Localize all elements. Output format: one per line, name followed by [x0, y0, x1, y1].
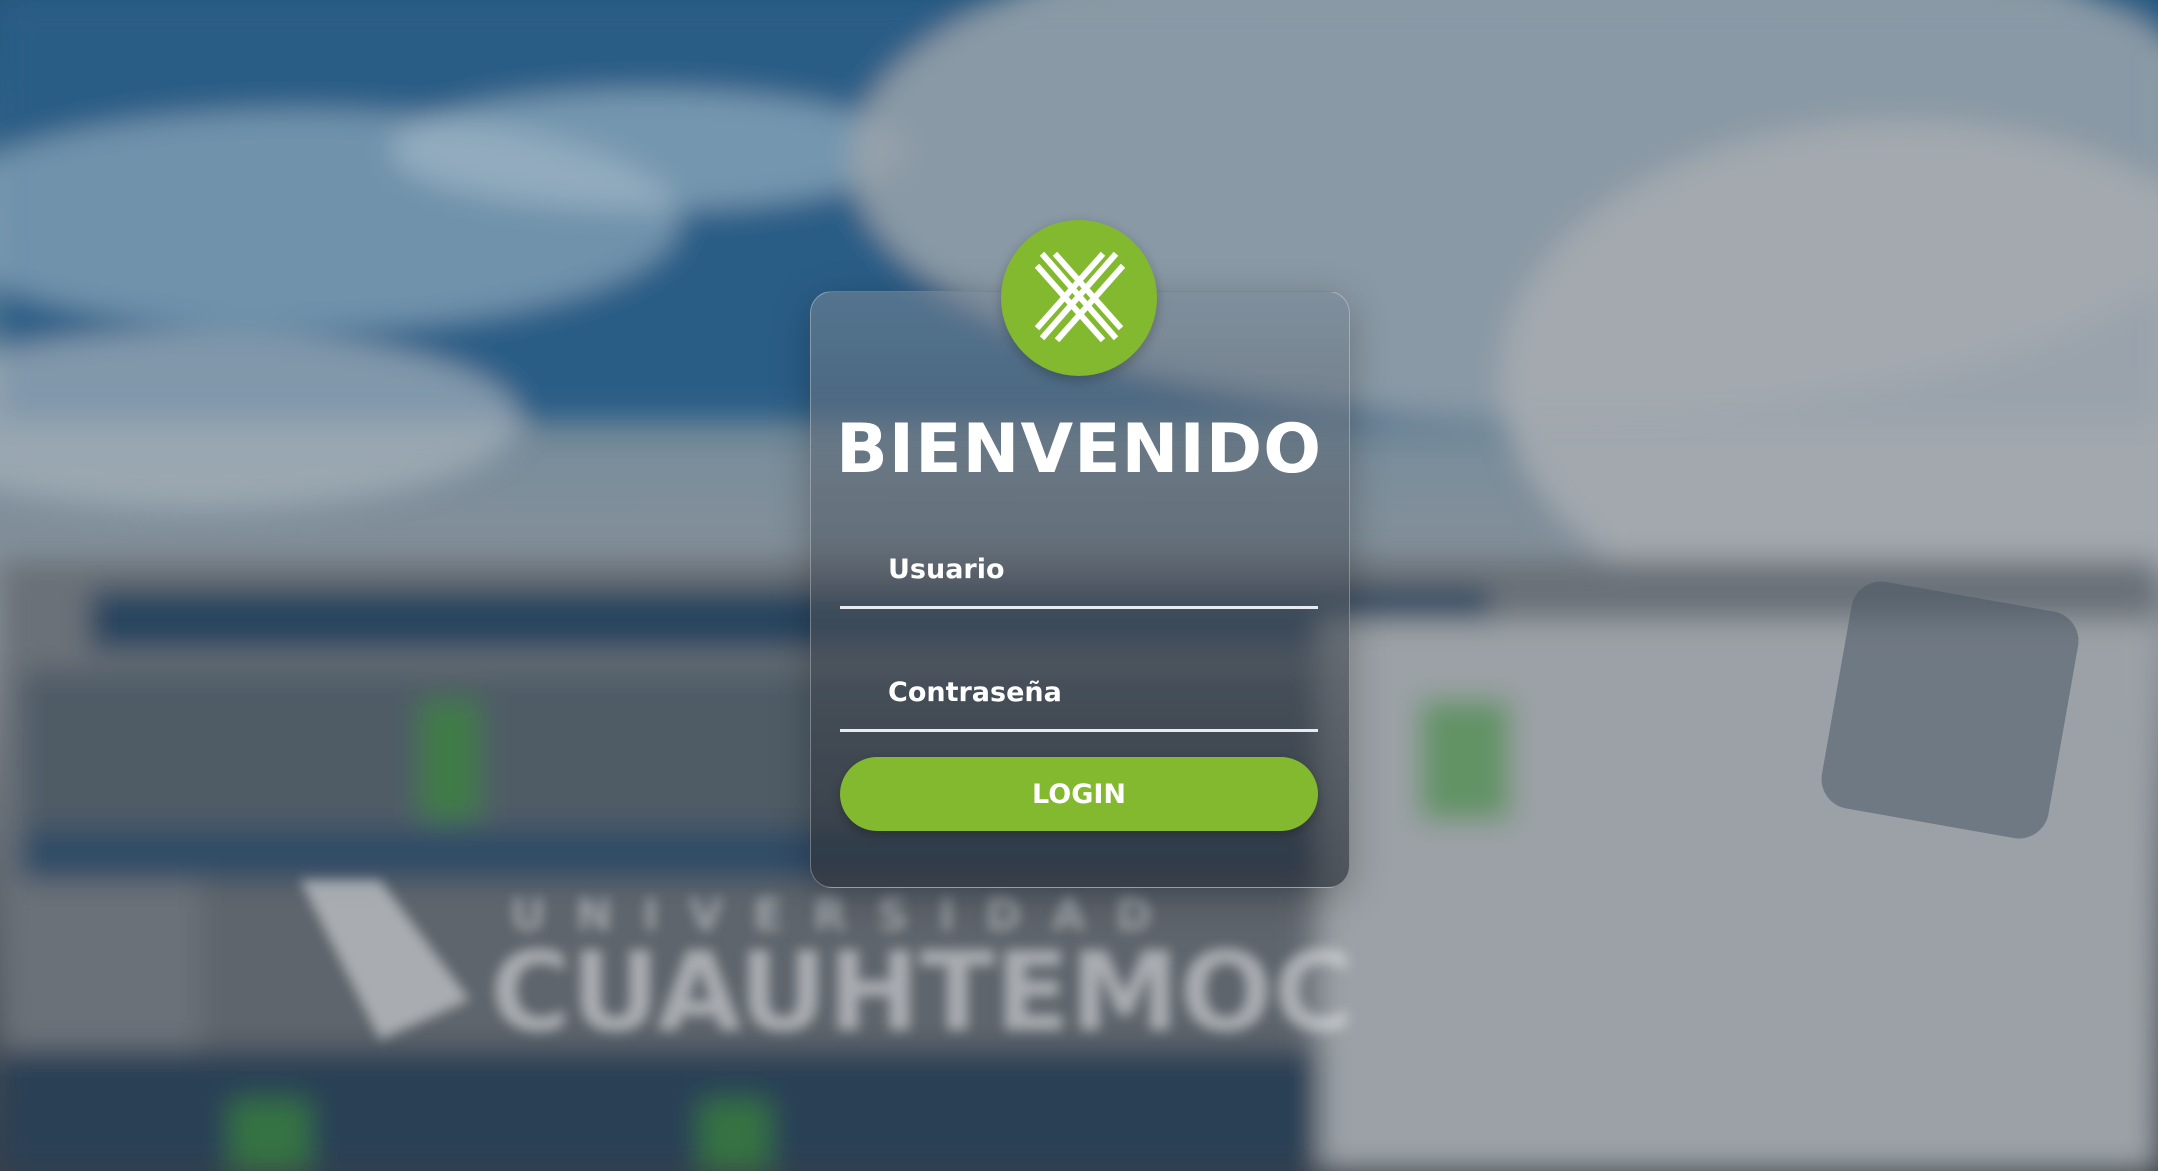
username-field: [840, 533, 1318, 609]
page-title: BIENVENIDO: [835, 410, 1323, 489]
password-input[interactable]: [840, 656, 1318, 729]
svg-text:UNIVERSIDAD: UNIVERSIDAD: [510, 890, 1182, 941]
login-button[interactable]: LOGIN: [840, 757, 1318, 831]
x-logo-icon: [1029, 246, 1129, 350]
password-field: [840, 656, 1318, 732]
username-input[interactable]: [840, 533, 1318, 606]
brand-logo: [1001, 220, 1157, 376]
background-sign-text: CUAUHTEMOC: [490, 928, 1354, 1056]
